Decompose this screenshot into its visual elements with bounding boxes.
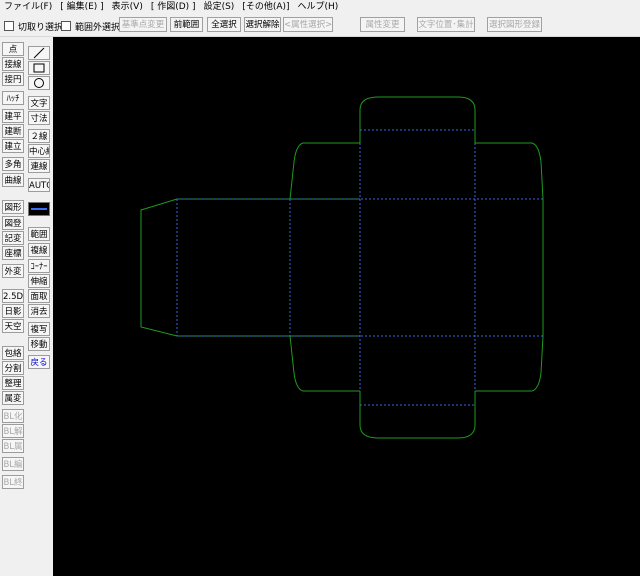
- tool-auto[interactable]: AUTO: [28, 178, 50, 192]
- circle-glyph: [34, 78, 44, 88]
- outline-right-flap: [475, 142, 544, 200]
- outline-left-flap: [289, 142, 360, 200]
- register-shape-button[interactable]: 選択図形登録: [487, 17, 542, 32]
- tool-tangent-circle[interactable]: 接円: [2, 72, 24, 86]
- tool-range[interactable]: 範囲: [28, 227, 50, 241]
- attr-change-button[interactable]: 属性変更: [360, 17, 405, 32]
- tool-block-edit[interactable]: BL編: [2, 457, 24, 471]
- checkbox-box[interactable]: [4, 21, 14, 31]
- tool-block-create[interactable]: BL化: [2, 409, 24, 423]
- tool-polygon[interactable]: 多角: [2, 157, 24, 171]
- outline-left-lower-flap: [289, 335, 360, 392]
- tool-external-change[interactable]: 外変: [2, 264, 24, 278]
- menu-view[interactable]: 表示(V): [108, 0, 147, 15]
- tool-text[interactable]: 文字: [28, 96, 50, 110]
- tool-arch-elevation[interactable]: 建立: [2, 139, 24, 153]
- tool-block-attribute[interactable]: BL属: [2, 439, 24, 453]
- tool-copy[interactable]: 複写: [28, 322, 50, 336]
- deselect-button[interactable]: 選択解除: [244, 17, 281, 32]
- tool-2-5d[interactable]: 2.5D: [2, 289, 24, 303]
- tool-sun-shadow[interactable]: 日影: [2, 304, 24, 318]
- checkbox-box[interactable]: [61, 21, 71, 31]
- cut-select-checkbox[interactable]: 切取り選択: [4, 20, 64, 33]
- tool-coordinates[interactable]: 座標: [2, 246, 24, 260]
- attr-select-button[interactable]: <属性選択>: [283, 17, 333, 32]
- tool-symbol-change[interactable]: 記変: [2, 231, 24, 245]
- drawing-canvas[interactable]: [53, 37, 640, 576]
- tool-shape[interactable]: 図形: [2, 200, 24, 214]
- toolbar: 切取り選択 範囲外選択 基準点変更 前範囲 全選択 選択解除 <属性選択> 属性…: [0, 15, 640, 37]
- line-icon[interactable]: [28, 46, 50, 60]
- menu-settings[interactable]: 設定(S): [200, 0, 239, 15]
- tool-erase[interactable]: 消去: [28, 304, 50, 318]
- tool-block-end[interactable]: BL終: [2, 475, 24, 489]
- rectangle-icon[interactable]: [28, 61, 50, 75]
- tool-arch-plan[interactable]: 建平: [2, 109, 24, 123]
- box-net-drawing: [140, 96, 544, 439]
- tool-chamfer[interactable]: 面取: [28, 289, 50, 303]
- tool-curve[interactable]: 曲線: [2, 173, 24, 187]
- tool-stretch[interactable]: 伸縮: [28, 274, 50, 288]
- tool-point[interactable]: 点: [2, 42, 24, 56]
- base-point-button[interactable]: 基準点変更: [119, 17, 167, 32]
- tool-divide[interactable]: 分割: [2, 361, 24, 375]
- tool-center-line[interactable]: 中心線: [28, 144, 50, 158]
- tool-shape-register[interactable]: 図登: [2, 216, 24, 230]
- tool-attribute-change[interactable]: 属変: [2, 391, 24, 405]
- outline-top-tab: [359, 96, 476, 143]
- tool-envelope[interactable]: 包絡: [2, 346, 24, 360]
- tool-corner[interactable]: ｺｰﾅｰ: [28, 259, 50, 273]
- tool-dimension[interactable]: 寸法: [28, 111, 50, 125]
- tool-hatch[interactable]: ﾊｯﾁ: [2, 91, 24, 105]
- tool-tangent-line[interactable]: 接線: [2, 57, 24, 71]
- rectangle-glyph: [33, 63, 45, 73]
- menu-help[interactable]: ヘルプ(H): [294, 0, 343, 15]
- outline-bottom-tab: [359, 391, 476, 439]
- cut-select-label: 切取り選択: [18, 22, 64, 33]
- menu-edit[interactable]: [ 編集(E) ]: [56, 0, 107, 15]
- tool-parallel-line[interactable]: 複線: [28, 243, 50, 257]
- menu-bar: ファイル(F) [ 編集(E) ] 表示(V) [ 作図(D) ] 設定(S) …: [0, 0, 640, 15]
- circle-icon[interactable]: [28, 76, 50, 90]
- select-all-button[interactable]: 全選択: [207, 17, 241, 32]
- menu-file[interactable]: ファイル(F): [0, 0, 56, 15]
- tool-undo[interactable]: 戻る: [28, 355, 50, 369]
- outline-right-lower-flap: [475, 335, 544, 392]
- tool-arch-section[interactable]: 建断: [2, 124, 24, 138]
- line-glyph: [33, 47, 45, 59]
- tool-block-release[interactable]: BL解: [2, 424, 24, 438]
- tool-sky[interactable]: 天空: [2, 319, 24, 333]
- outside-select-checkbox[interactable]: 範囲外選択: [61, 20, 121, 33]
- tool-double-line[interactable]: ２線: [28, 129, 50, 143]
- text-position-button[interactable]: 文字位置･集計: [417, 17, 475, 32]
- tool-arrange[interactable]: 整理: [2, 376, 24, 390]
- line-color-swatch[interactable]: [28, 202, 50, 216]
- outside-select-label: 範囲外選択: [75, 22, 121, 33]
- tool-move[interactable]: 移動: [28, 337, 50, 351]
- menu-other[interactable]: [その他(A)]: [238, 0, 293, 15]
- menu-draw[interactable]: [ 作図(D) ]: [147, 0, 200, 15]
- tool-continuous-line[interactable]: 連線: [28, 159, 50, 173]
- prev-range-button[interactable]: 前範囲: [170, 17, 203, 32]
- outline-left-panel: [140, 198, 290, 337]
